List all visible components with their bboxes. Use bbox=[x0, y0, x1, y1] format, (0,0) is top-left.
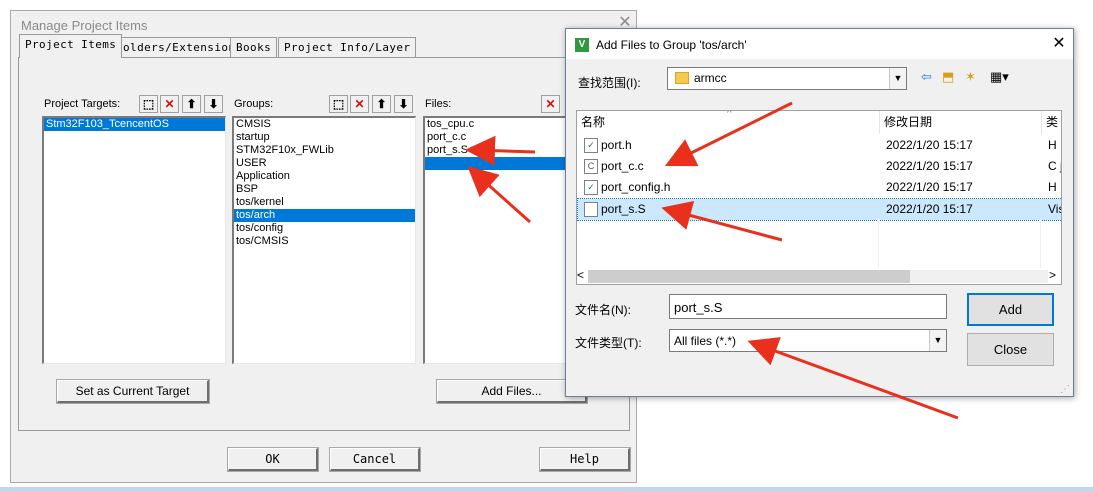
annotation-arrow bbox=[747, 337, 959, 420]
annotation-overlay bbox=[465, 101, 959, 420]
annotation-arrow bbox=[465, 135, 536, 166]
annotation-arrow bbox=[664, 101, 793, 167]
tab-project-items[interactable]: Project Items bbox=[19, 34, 123, 58]
annotation-arrow bbox=[467, 166, 531, 224]
annotation-arrow bbox=[661, 200, 783, 242]
taskbar-edge bbox=[0, 487, 1093, 491]
